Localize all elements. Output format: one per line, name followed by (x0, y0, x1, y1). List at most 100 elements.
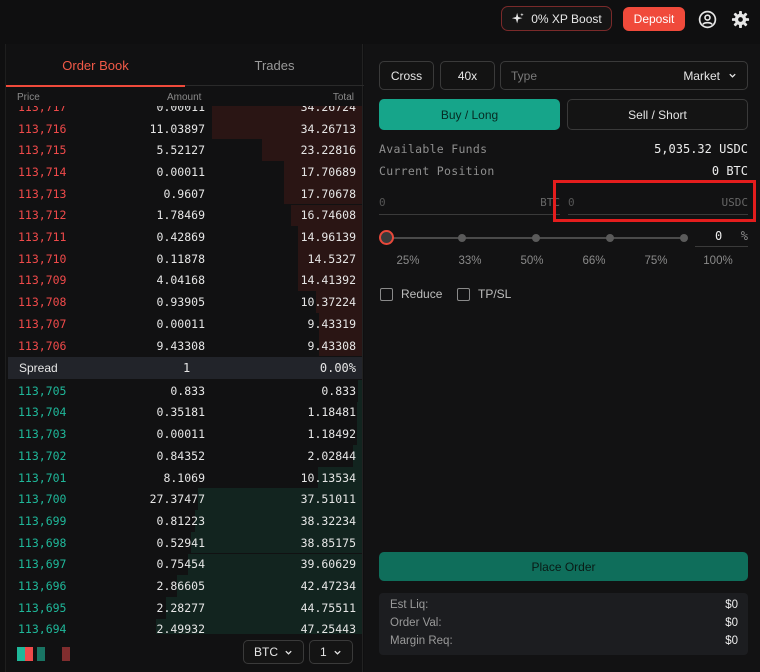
ask-amount: 0.93905 (156, 295, 205, 310)
size-slider-handle[interactable] (379, 230, 394, 245)
ask-total: 17.70678 (300, 186, 356, 201)
bid-price: 113,705 (18, 383, 67, 398)
ask-row[interactable]: 113,707 0.00011 9.43319 (6, 313, 362, 335)
margin-mode-button[interactable]: Cross (379, 61, 434, 90)
tab-trades[interactable]: Trades (185, 44, 364, 86)
slider-tick-label[interactable]: 50% (520, 255, 543, 267)
ask-price: 113,715 (18, 143, 67, 158)
gear-icon (731, 10, 749, 28)
ask-amount: 0.9607 (163, 186, 205, 201)
bid-amount: 0.833 (170, 383, 205, 398)
bid-amount: 2.86605 (156, 579, 205, 594)
size-percent-input[interactable]: 0 % (695, 227, 748, 247)
bid-total: 1.18492 (307, 427, 356, 442)
ask-price: 113,714 (18, 164, 67, 179)
order-val-label: Order Val: (390, 617, 442, 629)
bid-amount: 27.37477 (149, 492, 205, 507)
slider-step-50[interactable] (532, 234, 540, 242)
leverage-button[interactable]: 40x (440, 61, 495, 90)
ask-total: 9.43308 (307, 338, 356, 353)
chevron-down-icon (729, 73, 736, 78)
bid-row[interactable]: 113,694 2.49932 47.25443 (6, 618, 362, 634)
slider-tick-label[interactable]: 75% (644, 255, 667, 267)
bid-price: 113,701 (18, 470, 67, 485)
ask-price: 113,717 (18, 106, 67, 114)
order-book-footer: BTC 1 (6, 638, 364, 672)
bid-row[interactable]: 113,699 0.81223 38.32234 (6, 510, 362, 532)
ask-row[interactable]: 113,712 1.78469 16.74608 (6, 204, 362, 227)
bid-row[interactable]: 113,697 0.75454 39.60629 (6, 553, 362, 576)
bid-row[interactable]: 113,703 0.00011 1.18492 (6, 423, 362, 445)
bid-total: 10.13534 (300, 470, 356, 485)
deposit-button[interactable]: Deposit (623, 7, 685, 31)
slider-step-100[interactable] (680, 234, 688, 242)
ask-row[interactable]: 113,711 0.42869 14.96139 (6, 226, 362, 248)
bid-price: 113,700 (18, 492, 67, 507)
bid-depth-bar (358, 379, 362, 402)
slider-tick-label[interactable]: 66% (582, 255, 605, 267)
bid-row[interactable]: 113,698 0.52941 38.85175 (6, 531, 362, 554)
account-button[interactable] (697, 9, 717, 29)
sell-short-button[interactable]: Sell / Short (567, 99, 748, 130)
bid-price: 113,703 (18, 427, 67, 442)
ask-row[interactable]: 113,717 0.00011 34.26724 (6, 106, 362, 118)
ask-total: 10.37224 (300, 295, 356, 310)
view-asks-icon[interactable] (62, 647, 70, 661)
ask-row[interactable]: 113,709 4.04168 14.41392 (6, 269, 362, 292)
ask-row[interactable]: 113,708 0.93905 10.37224 (6, 291, 362, 313)
place-order-button[interactable]: Place Order (379, 552, 748, 581)
slider-tick-label[interactable]: 100% (703, 255, 732, 267)
ask-row[interactable]: 113,714 0.00011 17.70689 (6, 161, 362, 183)
bid-row[interactable]: 113,702 0.84352 2.02844 (6, 445, 362, 467)
bid-row[interactable]: 113,696 2.86605 42.47234 (6, 575, 362, 597)
ask-total: 23.22816 (300, 143, 356, 158)
ask-row[interactable]: 113,716 11.03897 34.26713 (6, 117, 362, 140)
tab-order-book[interactable]: Order Book (6, 44, 185, 87)
bid-price: 113,697 (18, 557, 67, 572)
bid-total: 38.32234 (300, 513, 356, 528)
order-type-select[interactable]: Type Market (500, 61, 748, 90)
bid-price: 113,696 (18, 579, 67, 594)
btc-amount-input[interactable]: 0 BTC (379, 191, 560, 215)
buy-long-button[interactable]: Buy / Long (379, 99, 560, 130)
ask-total: 14.41392 (300, 273, 356, 288)
grouping-select[interactable]: 1 (309, 640, 353, 664)
ask-price: 113,707 (18, 316, 67, 331)
bid-row[interactable]: 113,695 2.28277 44.75511 (6, 596, 362, 619)
ask-amount: 1.78469 (156, 208, 205, 223)
bid-price: 113,694 (18, 622, 67, 634)
order-book-tabs: Order Book Trades (6, 44, 364, 87)
asset-select[interactable]: BTC (243, 640, 304, 664)
xp-boost-button[interactable]: 0% XP Boost (501, 6, 612, 31)
ask-row[interactable]: 113,713 0.9607 17.70678 (6, 182, 362, 205)
settings-button[interactable] (730, 9, 750, 29)
bid-amount: 0.35181 (156, 405, 205, 420)
est-liq-value: $0 (725, 599, 738, 611)
ask-row[interactable]: 113,710 0.11878 14.5327 (6, 247, 362, 270)
ask-row[interactable]: 113,715 5.52127 23.22816 (6, 139, 362, 162)
bid-row[interactable]: 113,701 8.1069 10.13534 (6, 466, 362, 489)
bid-row[interactable]: 113,700 27.37477 37.51011 (6, 488, 362, 511)
reduce-checkbox[interactable]: Reduce (380, 287, 442, 301)
slider-tick-label[interactable]: 25% (396, 255, 419, 267)
slider-step-75[interactable] (606, 234, 614, 242)
ask-total: 34.26713 (300, 121, 356, 136)
order-val-row: Order Val: $0 (390, 617, 738, 631)
ask-row[interactable]: 113,706 9.43308 9.43308 (6, 334, 362, 357)
ask-price: 113,708 (18, 295, 67, 310)
tpsl-checkbox-box[interactable] (457, 287, 470, 301)
bid-row[interactable]: 113,705 0.833 0.833 (6, 379, 362, 402)
ask-price: 113,712 (18, 208, 67, 223)
order-type-label: Type (511, 68, 538, 83)
slider-tick-label[interactable]: 33% (458, 255, 481, 267)
bid-amount: 2.28277 (156, 600, 205, 615)
bid-total: 0.833 (321, 383, 356, 398)
bid-total: 47.25443 (300, 622, 356, 634)
view-both-icon[interactable] (17, 647, 25, 661)
reduce-checkbox-box[interactable] (380, 287, 393, 301)
tpsl-checkbox[interactable]: TP/SL (457, 287, 511, 301)
bid-amount: 8.1069 (163, 470, 205, 485)
slider-step-25[interactable] (458, 234, 466, 242)
bid-row[interactable]: 113,704 0.35181 1.18481 (6, 401, 362, 424)
view-bids-icon[interactable] (37, 647, 45, 661)
